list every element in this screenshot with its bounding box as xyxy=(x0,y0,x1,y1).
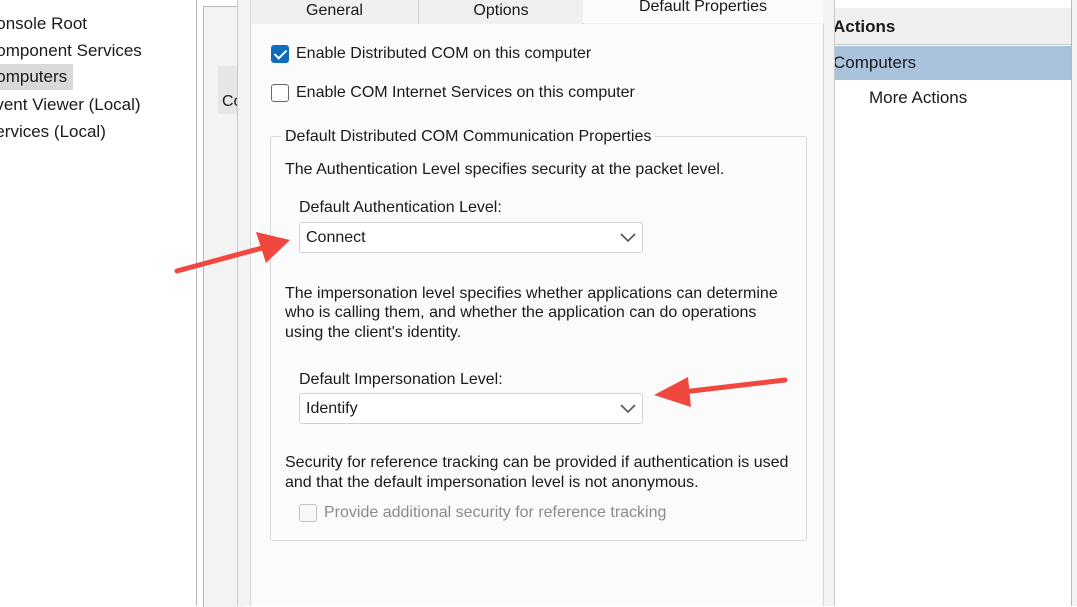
more-actions-link[interactable]: More Actions xyxy=(869,88,967,108)
actions-title: Actions xyxy=(833,8,1073,45)
imp-level-value: Identify xyxy=(306,400,358,417)
window-right-edge xyxy=(1071,0,1077,606)
tab-options[interactable]: Options xyxy=(418,0,584,25)
imp-desc-line-2: who is calling them, and whether the app… xyxy=(285,304,757,321)
enable-dcom-checkbox[interactable] xyxy=(271,45,289,63)
ref-tracking-row: Provide additional security for referenc… xyxy=(299,504,666,522)
tab-default-properties[interactable]: Default Properties xyxy=(583,0,823,23)
imp-level-label: Default Impersonation Level: xyxy=(299,371,503,388)
imp-desc-line-3: using the client's identity. xyxy=(285,324,462,341)
enable-cis-row[interactable]: Enable COM Internet Services on this com… xyxy=(271,84,635,102)
ref-desc-line-1: Security for reference tracking can be p… xyxy=(285,454,789,471)
chevron-down-icon xyxy=(620,404,636,414)
imp-level-dropdown[interactable]: Identify xyxy=(299,393,643,424)
auth-level-description: The Authentication Level specifies secur… xyxy=(285,161,725,178)
auth-level-dropdown[interactable]: Connect xyxy=(299,222,643,253)
actions-section-computers[interactable]: Computers xyxy=(833,46,1077,80)
imp-desc-line-1: The impersonation level specifies whethe… xyxy=(285,285,778,302)
enable-cis-checkbox[interactable] xyxy=(271,84,289,102)
enable-dcom-row[interactable]: Enable Distributed COM on this computer xyxy=(271,45,591,63)
group-title: Default Distributed COM Communication Pr… xyxy=(281,128,656,146)
tree-item-console-root[interactable]: Console Root xyxy=(0,11,93,37)
console-tree-pane: Console Root Component Services Computer… xyxy=(0,0,197,606)
ref-tracking-label: Provide additional security for referenc… xyxy=(324,504,667,521)
tree-item-event-viewer[interactable]: Event Viewer (Local) xyxy=(0,92,147,118)
tree-item-computers[interactable]: Computers xyxy=(0,64,74,90)
auth-level-label: Default Authentication Level: xyxy=(299,199,502,216)
enable-dcom-label: Enable Distributed COM on this computer xyxy=(296,45,592,62)
auth-level-value: Connect xyxy=(306,229,366,246)
tree-item-component-services[interactable]: Component Services xyxy=(0,38,148,64)
enable-cis-label: Enable COM Internet Services on this com… xyxy=(296,84,635,101)
chevron-down-icon xyxy=(620,233,636,243)
tree-item-services[interactable]: Services (Local) xyxy=(0,119,112,145)
ref-desc-line-2: and that the default impersonation level… xyxy=(285,474,699,491)
ref-tracking-checkbox xyxy=(299,504,317,522)
tab-general[interactable]: General xyxy=(250,0,419,25)
